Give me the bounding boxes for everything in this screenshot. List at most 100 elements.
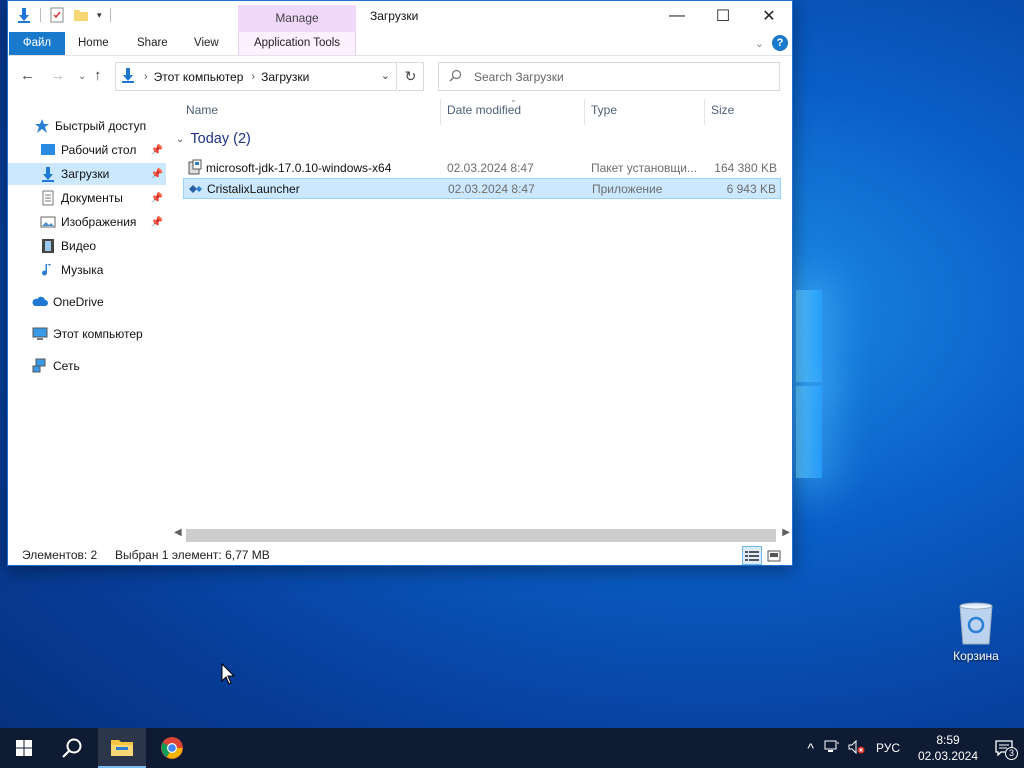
mouse-cursor-icon [221, 662, 236, 688]
sidebar-item-label: Видео [61, 239, 97, 253]
tab-view[interactable]: View [184, 32, 229, 55]
pin-icon[interactable]: 📌 [151, 193, 163, 204]
notification-count-badge: 3 [1005, 747, 1018, 760]
system-tray: ^ РУС 8:59 02.03.2024 3 [807, 728, 1024, 768]
expand-ribbon-icon[interactable]: ⌄ [755, 37, 764, 50]
properties-icon[interactable] [49, 7, 65, 23]
music-icon [40, 262, 56, 278]
table-row[interactable]: CristalixLauncher 02.03.2024 8:47 Прилож… [183, 178, 781, 199]
pin-icon[interactable]: 📌 [151, 169, 163, 180]
column-header-size[interactable]: Size [711, 95, 734, 125]
customize-qat-icon[interactable]: ▾ [97, 10, 102, 21]
file-type: Приложение [592, 181, 663, 196]
pin-icon[interactable]: 📌 [151, 145, 163, 156]
input-language[interactable]: РУС [876, 741, 900, 755]
pin-icon[interactable]: 📌 [151, 217, 163, 228]
recycle-bin-label: Корзина [953, 649, 999, 663]
up-arrow-icon[interactable]: ↑ [94, 67, 102, 84]
onedrive-cloud-icon [32, 294, 48, 310]
help-icon[interactable]: ? [772, 35, 788, 51]
breadcrumb-this-pc[interactable]: Этот компьютер [154, 70, 244, 84]
tab-application-tools[interactable]: Application Tools [238, 32, 356, 55]
horizontal-scrollbar[interactable]: ◀ ▶ [174, 527, 790, 543]
network-icon[interactable] [824, 740, 840, 757]
recycle-bin[interactable]: Корзина [946, 600, 1006, 663]
column-header-type[interactable]: Type [591, 95, 617, 125]
tab-file[interactable]: Файл [9, 32, 65, 55]
taskbar-file-explorer[interactable] [98, 728, 146, 768]
chevron-up-icon[interactable]: ^ [807, 740, 814, 756]
sidebar-item-music[interactable]: Музыка [8, 259, 166, 281]
tab-home[interactable]: Home [68, 32, 119, 55]
sidebar-item-label: Документы [61, 191, 123, 205]
chevron-right-icon[interactable]: › [251, 71, 255, 83]
download-arrow-icon[interactable] [16, 7, 32, 23]
chevron-down-icon[interactable]: ⌄ [176, 134, 184, 145]
table-row[interactable]: microsoft-jdk-17.0.10-windows-x64 02.03.… [183, 157, 781, 178]
chevron-down-icon[interactable]: ⌄ [381, 69, 390, 82]
clock[interactable]: 8:59 02.03.2024 [912, 732, 984, 764]
file-size: 6 943 KB [726, 181, 776, 196]
search-placeholder: Search Загрузки [474, 69, 564, 84]
computer-icon [32, 326, 48, 342]
file-name: CristalixLauncher [207, 181, 300, 196]
ribbon-tabs: Файл Home Share View Application Tools ⌄… [8, 32, 792, 56]
navigation-pane: Быстрый доступ Рабочий стол 📌 Загрузки 📌… [8, 95, 168, 535]
desktop-icon [40, 142, 56, 158]
sidebar-item-network[interactable]: Сеть [8, 355, 166, 377]
breadcrumb-downloads[interactable]: Загрузки [261, 70, 309, 84]
wallpaper-logo [796, 290, 822, 480]
sidebar-item-onedrive[interactable]: OneDrive [8, 291, 166, 313]
sidebar-item-label: Изображения [61, 215, 137, 229]
minimize-button[interactable]: — [654, 1, 700, 31]
taskbar: ^ РУС 8:59 02.03.2024 3 [0, 728, 1024, 768]
group-header-today[interactable]: ⌄ Today (2) [176, 131, 251, 147]
new-folder-icon[interactable] [73, 7, 89, 23]
action-center-button[interactable]: 3 [984, 728, 1024, 768]
tab-share[interactable]: Share [127, 32, 178, 55]
explorer-window: ▾ Manage Загрузки — ☐ ✕ Файл Home Share … [7, 0, 793, 566]
scrollbar-thumb[interactable] [186, 529, 776, 542]
title-bar[interactable]: ▾ Manage Загрузки — ☐ ✕ [8, 1, 792, 32]
volume-muted-icon[interactable] [848, 739, 866, 757]
sidebar-item-documents[interactable]: Документы 📌 [8, 187, 166, 209]
clock-date: 02.03.2024 [917, 749, 979, 763]
sidebar-item-label: OneDrive [53, 295, 104, 309]
downloads-icon [120, 67, 136, 86]
recent-dropdown-icon[interactable]: ⌄ [78, 71, 86, 82]
sidebar-item-desktop[interactable]: Рабочий стол 📌 [8, 139, 166, 161]
large-icons-view-button[interactable] [764, 546, 784, 565]
chrome-icon [161, 737, 183, 759]
sidebar-item-label: Загрузки [61, 167, 110, 181]
clock-time: 8:59 [936, 733, 960, 747]
refresh-button[interactable]: ↻ [398, 62, 424, 91]
folder-icon [111, 740, 133, 756]
start-button[interactable] [0, 728, 48, 768]
close-button[interactable]: ✕ [746, 1, 792, 31]
application-icon [188, 181, 204, 197]
sidebar-item-label: Музыка [61, 263, 104, 277]
scroll-left-icon[interactable]: ◀ [174, 527, 182, 538]
sidebar-item-this-pc[interactable]: Этот компьютер [8, 323, 166, 345]
file-type: Пакет установщи... [591, 160, 697, 175]
sidebar-item-downloads[interactable]: Загрузки 📌 [8, 163, 166, 185]
chevron-right-icon[interactable]: › [144, 71, 148, 83]
scroll-right-icon[interactable]: ▶ [782, 527, 790, 538]
address-bar[interactable]: › Этот компьютер › Загрузки ⌄ [115, 62, 397, 91]
sidebar-item-quick-access[interactable]: Быстрый доступ [8, 115, 166, 137]
taskbar-chrome[interactable] [148, 728, 196, 768]
column-header-name[interactable]: Name [186, 95, 218, 125]
pictures-icon [40, 214, 56, 230]
sidebar-item-videos[interactable]: Видео [8, 235, 166, 257]
back-arrow-icon[interactable]: ← [20, 67, 35, 84]
maximize-button[interactable]: ☐ [700, 1, 746, 31]
file-date: 02.03.2024 8:47 [448, 181, 535, 196]
downloads-icon [40, 166, 56, 182]
search-button[interactable] [48, 728, 96, 768]
item-count: Элементов: 2 [22, 548, 98, 562]
search-input[interactable]: Search Загрузки [438, 62, 780, 91]
windows-logo-icon [16, 740, 32, 756]
sidebar-item-pictures[interactable]: Изображения 📌 [8, 211, 166, 233]
forward-arrow-icon[interactable]: → [50, 67, 65, 84]
details-view-button[interactable] [742, 546, 762, 565]
